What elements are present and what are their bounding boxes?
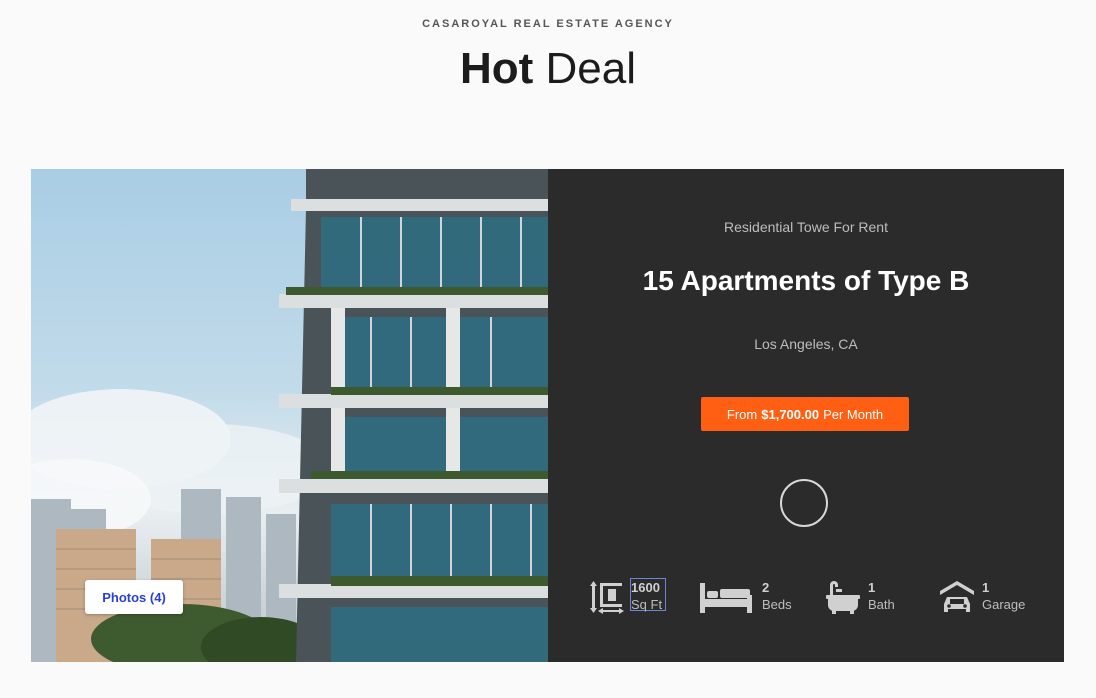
listing-location: Los Angeles, CA	[754, 336, 858, 352]
listing-features: 1600 Sq Ft 2 Beds 1 Bath 1 Garage	[590, 577, 1030, 617]
feature-garage-value: 1	[982, 580, 990, 595]
price-button[interactable]: From $1,700.00 Per Month	[701, 397, 909, 431]
page-title-bold: Hot	[459, 44, 534, 93]
video-play-button[interactable]	[780, 479, 828, 527]
feature-bath: 1 Bath	[826, 577, 916, 617]
feature-area: 1600 Sq Ft	[590, 577, 680, 617]
feature-beds-label: Beds	[762, 597, 792, 612]
listing-details-panel: Residential Towe For Rent 15 Apartments …	[548, 169, 1064, 662]
feature-garage-label: Garage	[982, 597, 1026, 612]
photos-button[interactable]: Photos (4)	[85, 580, 183, 614]
listing-category: Residential Towe For Rent	[724, 219, 888, 235]
hot-deal-card: Photos (4) Residential Towe For Rent 15 …	[31, 169, 1064, 662]
area-icon	[590, 581, 624, 614]
property-photo[interactable]: Photos (4)	[31, 169, 548, 662]
price-suffix: Per Month	[823, 406, 884, 422]
feature-area-value: 1600	[631, 580, 660, 595]
feature-garage: 1 Garage	[940, 577, 1040, 617]
price-amount: $1,700.00	[761, 406, 820, 422]
feature-beds-value: 2	[762, 580, 770, 595]
feature-bath-label: Bath	[868, 597, 895, 612]
agency-eyebrow: CASAROYAL REAL ESTATE AGENCY	[422, 18, 674, 30]
feature-bath-value: 1	[868, 580, 876, 595]
bathtub-icon	[826, 581, 860, 614]
page-title: Hot Deal	[0, 42, 1096, 96]
listing-title[interactable]: 15 Apartments of Type B	[548, 265, 1064, 297]
feature-beds: 2 Beds	[700, 577, 800, 617]
garage-icon	[940, 581, 974, 612]
bed-icon	[700, 583, 752, 613]
price-prefix: From	[726, 406, 758, 422]
feature-area-label: Sq Ft	[631, 597, 663, 612]
page-title-light: Deal	[545, 44, 637, 93]
